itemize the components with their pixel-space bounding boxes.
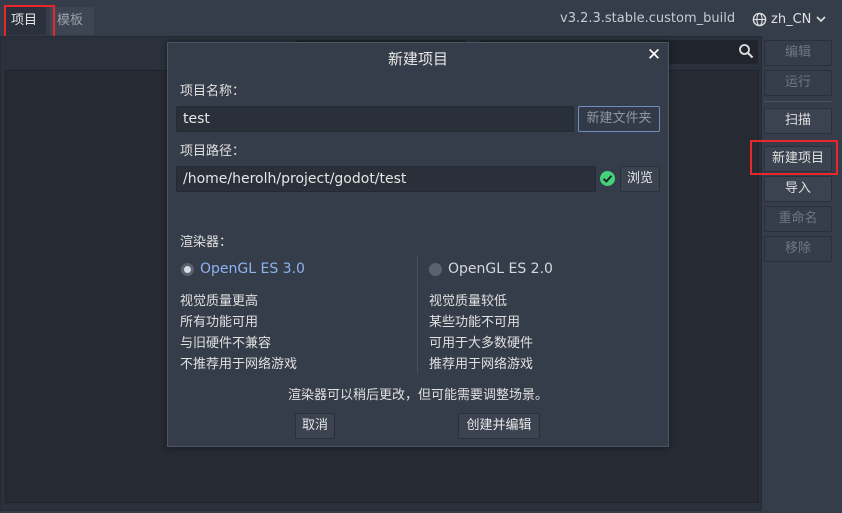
- language-label: zh_CN: [771, 11, 812, 27]
- gles2-option-label[interactable]: OpenGL ES 2.0: [448, 261, 553, 277]
- cancel-button[interactable]: 取消: [295, 413, 335, 439]
- checkmark-icon: [600, 171, 615, 186]
- remove-button[interactable]: 移除: [764, 236, 832, 262]
- chevron-down-icon: [816, 16, 826, 23]
- create-and-edit-button[interactable]: 创建并编辑: [458, 413, 540, 439]
- gles2-desc-line: 视觉质量较低: [429, 294, 508, 309]
- gles3-desc-line: 与旧硬件不兼容: [180, 336, 272, 351]
- project-name-field[interactable]: test: [176, 106, 574, 132]
- gles3-option-label[interactable]: OpenGL ES 3.0: [200, 261, 305, 277]
- tab-templates[interactable]: 模板: [50, 7, 94, 35]
- close-icon[interactable]: ✕: [645, 46, 663, 64]
- renderer-note: 渲染器可以稍后更改，但可能需要调整场景。: [287, 388, 548, 403]
- gles3-desc-line: 所有功能可用: [180, 315, 259, 330]
- browse-button[interactable]: 浏览: [620, 166, 660, 192]
- gles2-desc-line: 某些功能不可用: [429, 315, 521, 330]
- gles3-desc-line: 不推荐用于网络游戏: [180, 357, 298, 372]
- dialog-title: 新建项目: [387, 50, 448, 68]
- rename-button[interactable]: 重命名: [764, 206, 832, 232]
- globe-icon: [752, 12, 767, 26]
- project-path-field[interactable]: /home/herolh/project/godot/test: [176, 166, 596, 192]
- renderer-label: 渲染器：: [180, 235, 233, 250]
- renderer-divider: [417, 256, 418, 373]
- gles3-desc-line: 视觉质量更高: [180, 294, 259, 309]
- gles2-desc-line: 可用于大多数硬件: [429, 336, 534, 351]
- project-name-label: 项目名称：: [180, 84, 246, 99]
- sidebar-divider: [764, 101, 832, 102]
- search-icon: [739, 44, 754, 59]
- language-selector[interactable]: zh_CN: [752, 8, 827, 30]
- highlight-new-project: [750, 140, 838, 175]
- gles2-desc-line: 推荐用于网络游戏: [429, 357, 534, 372]
- scan-button[interactable]: 扫描: [764, 108, 832, 134]
- check-glyph: [602, 175, 613, 183]
- version-label: v3.2.3.stable.custom_build: [560, 11, 736, 26]
- edit-button[interactable]: 编辑: [764, 40, 832, 66]
- project-path-label: 项目路径：: [180, 144, 246, 159]
- new-folder-button[interactable]: 新建文件夹: [578, 106, 660, 132]
- radio-gles2[interactable]: [429, 263, 442, 276]
- import-button[interactable]: 导入: [764, 176, 832, 202]
- radio-gles3[interactable]: [181, 263, 194, 276]
- run-button[interactable]: 运行: [764, 70, 832, 96]
